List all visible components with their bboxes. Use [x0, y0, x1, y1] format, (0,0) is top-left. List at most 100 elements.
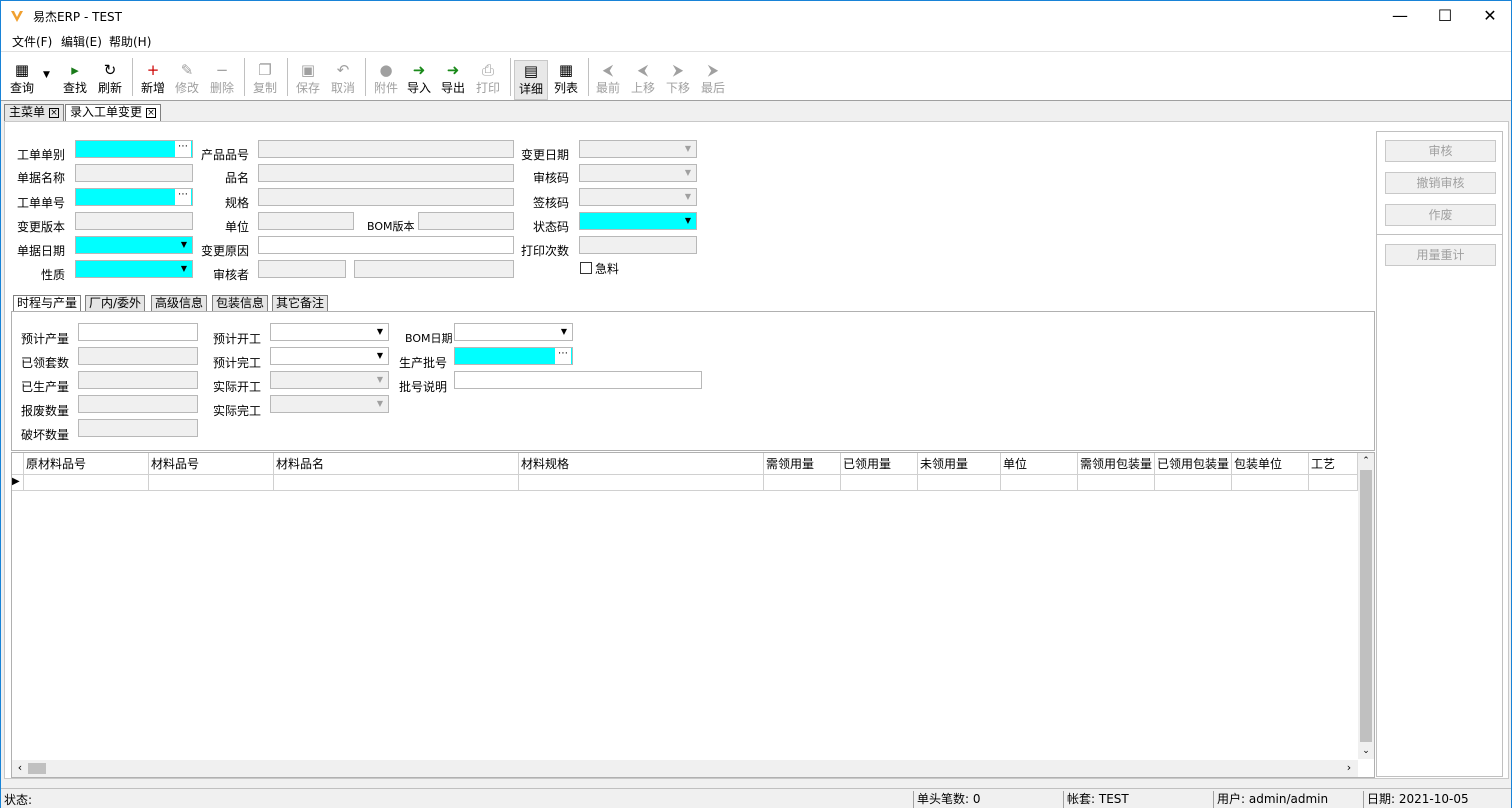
plan-start-field[interactable]: ▼ [270, 323, 389, 341]
tab-in-house-outsource[interactable]: 厂内/委外 [85, 295, 146, 311]
menu-help[interactable]: 帮助(H) [109, 33, 151, 50]
plan-end-field[interactable]: ▼ [270, 347, 389, 365]
close-tab-icon[interactable]: × [146, 108, 157, 118]
lot-no-field[interactable]: ⋯ [454, 347, 573, 365]
dropdown-arrow-icon[interactable]: ▼ [177, 238, 191, 252]
ellipsis-icon[interactable]: ⋯ [555, 348, 571, 364]
menu-file[interactable]: 文件(F) [12, 33, 52, 50]
import-button[interactable]: ➜ 导入 [402, 60, 436, 100]
grid-header[interactable]: 需领用量 [764, 453, 841, 475]
dropdown-arrow-icon: ▼ [376, 399, 384, 408]
query-button[interactable]: ▦ 查询 [5, 60, 39, 100]
cancel-button[interactable]: ↶ 取消 [326, 60, 360, 100]
prev-button[interactable]: ⮜ 上移 [626, 60, 660, 100]
toolbar-separator [287, 58, 288, 96]
scroll-thumb[interactable] [1360, 470, 1372, 742]
audit-code-field: ▼ [579, 164, 697, 182]
grid-header[interactable]: 工艺 [1309, 453, 1358, 475]
grid-cell[interactable] [274, 475, 519, 491]
tab-advanced[interactable]: 高级信息 [151, 295, 208, 311]
attachment-button[interactable]: ● 附件 [369, 60, 403, 100]
close-tab-icon[interactable]: × [49, 108, 60, 118]
wo-type-field[interactable]: ⋯ [75, 140, 193, 158]
plan-qty-field[interactable] [78, 323, 198, 341]
grid-cell[interactable] [1078, 475, 1155, 491]
import-icon: ➜ [412, 61, 426, 79]
list-button[interactable]: ▦ 列表 [549, 60, 583, 100]
grid-cell[interactable] [841, 475, 918, 491]
lot-desc-label: 批号说明 [399, 380, 448, 394]
grid-cell[interactable] [764, 475, 841, 491]
revoke-audit-button[interactable]: 撤销审核 [1385, 172, 1496, 194]
ellipsis-icon[interactable]: ⋯ [175, 189, 191, 205]
grid-header[interactable]: 未领用量 [918, 453, 1001, 475]
first-button[interactable]: ⮜ 最前 [591, 60, 625, 100]
hscroll-thumb[interactable] [28, 763, 46, 774]
grid-header[interactable]: 材料规格 [519, 453, 764, 475]
minimize-icon[interactable]: — [1377, 1, 1423, 31]
grid-header[interactable]: 需领用包装量 [1078, 453, 1155, 475]
grid-header[interactable]: 材料品名 [274, 453, 519, 475]
change-reason-field[interactable] [258, 236, 514, 254]
recalc-usage-button[interactable]: 用量重计 [1385, 244, 1496, 266]
void-button[interactable]: 作废 [1385, 204, 1496, 226]
plan-end-label: 预计完工 [213, 356, 262, 370]
grid-header[interactable]: 材料品号 [149, 453, 274, 475]
grid-cell[interactable] [149, 475, 274, 491]
detail-button[interactable]: ▤ 详细 [514, 60, 548, 100]
scroll-up-icon[interactable]: ⌃ [1358, 453, 1374, 469]
tab-main-menu[interactable]: 主菜单 × [4, 104, 65, 121]
wo-no-field[interactable]: ⋯ [75, 188, 193, 206]
grid-cell[interactable] [1155, 475, 1232, 491]
close-icon[interactable]: ✕ [1467, 1, 1512, 31]
delete-button[interactable]: − 删除 [205, 60, 239, 100]
bom-date-field[interactable]: ▼ [454, 323, 573, 341]
menu-edit[interactable]: 编辑(E) [61, 33, 102, 50]
ellipsis-icon[interactable]: ⋯ [175, 141, 191, 157]
tab-work-order-change[interactable]: 录入工单变更 × [65, 104, 162, 121]
dropdown-arrow-icon[interactable]: ▼ [373, 349, 387, 363]
scroll-left-icon[interactable]: ‹ [13, 760, 27, 777]
urgent-checkbox[interactable] [580, 262, 592, 274]
query-dropdown-icon[interactable]: ▼ [43, 70, 50, 80]
status-code-select[interactable]: ▼ [579, 212, 697, 230]
grid-header[interactable]: 包装单位 [1232, 453, 1309, 475]
grid-header[interactable]: 已领用量 [841, 453, 918, 475]
copy-button[interactable]: ❐ 复制 [248, 60, 282, 100]
last-button[interactable]: ⮞ 最后 [696, 60, 730, 100]
grid-cell[interactable] [918, 475, 1001, 491]
refresh-button[interactable]: ↻ 刷新 [93, 60, 127, 100]
nature-select[interactable]: ▼ [75, 260, 193, 278]
next-button[interactable]: ⮞ 下移 [661, 60, 695, 100]
grid-cell[interactable] [1001, 475, 1078, 491]
tab-packaging[interactable]: 包装信息 [212, 295, 269, 311]
maximize-icon[interactable]: ☐ [1422, 1, 1468, 31]
find-button[interactable]: ▸ 查找 [58, 60, 92, 100]
grid-cell[interactable] [519, 475, 764, 491]
tab-schedule[interactable]: 时程与产量 [13, 295, 82, 311]
print-button[interactable]: ⎙ 打印 [471, 60, 505, 100]
vertical-scrollbar[interactable]: ⌃ ⌄ [1358, 453, 1374, 759]
grid-cell[interactable] [1309, 475, 1358, 491]
dropdown-arrow-icon[interactable]: ▼ [373, 325, 387, 339]
horizontal-scrollbar[interactable]: ‹ › [12, 760, 1358, 777]
grid-cell[interactable] [1232, 475, 1309, 491]
dropdown-arrow-icon[interactable]: ▼ [557, 325, 571, 339]
scroll-right-icon[interactable]: › [1342, 760, 1356, 777]
dropdown-arrow-icon[interactable]: ▼ [681, 214, 695, 228]
save-button[interactable]: ▣ 保存 [291, 60, 325, 100]
scroll-down-icon[interactable]: ⌄ [1358, 743, 1374, 759]
doc-date-field[interactable]: ▼ [75, 236, 193, 254]
lot-desc-field[interactable] [454, 371, 702, 389]
wo-no-label: 工单单号 [17, 196, 66, 210]
dropdown-arrow-icon[interactable]: ▼ [177, 262, 191, 276]
grid-header[interactable]: 已领用包装量 [1155, 453, 1232, 475]
tab-other-notes[interactable]: 其它备注 [272, 295, 329, 311]
grid-header[interactable]: 原材料品号 [24, 453, 149, 475]
grid-header[interactable]: 单位 [1001, 453, 1078, 475]
grid-cell[interactable] [24, 475, 149, 491]
edit-button[interactable]: ✎ 修改 [170, 60, 204, 100]
export-button[interactable]: ➜ 导出 [436, 60, 470, 100]
audit-button[interactable]: 审核 [1385, 140, 1496, 162]
add-button[interactable]: + 新增 [136, 60, 170, 100]
